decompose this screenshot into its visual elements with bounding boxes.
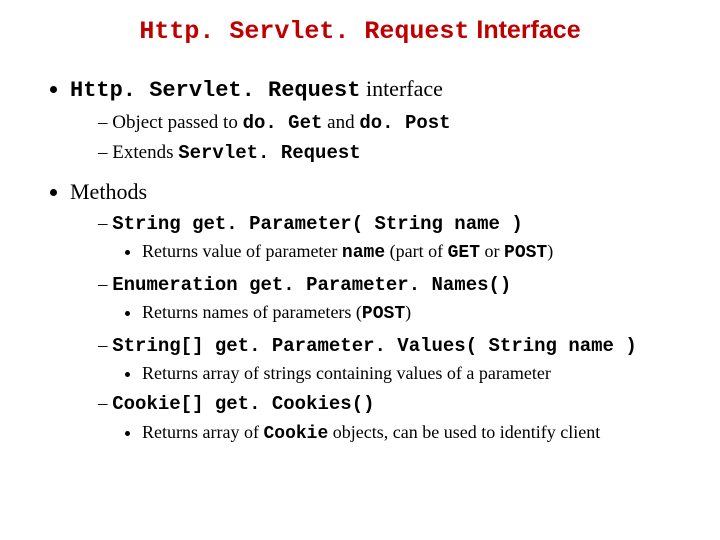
method-desc-list: Returns value of parameter name (part of…: [98, 239, 682, 265]
methods-sublist: String get. Parameter( String name ) Ret…: [70, 211, 682, 447]
code-post: POST: [504, 243, 547, 263]
method-sig: String[] get. Parameter. Values( String …: [112, 335, 637, 357]
method-sig: Enumeration get. Parameter. Names(): [112, 274, 511, 296]
text: ): [547, 241, 553, 261]
slide-title: Http. Servlet. Request Interface: [38, 16, 682, 46]
method-getcookies: Cookie[] get. Cookies() Returns array of…: [98, 391, 682, 446]
method-getparametervalues: String[] get. Parameter. Values( String …: [98, 333, 682, 386]
text: ): [405, 302, 411, 322]
bullet-list: Http. Servlet. Request interface Object …: [38, 74, 682, 446]
slide: Http. Servlet. Request Interface Http. S…: [0, 0, 720, 476]
method-desc: Returns array of Cookie objects, can be …: [142, 420, 682, 446]
interface-suffix: interface: [360, 76, 442, 101]
method-desc: Returns value of parameter name (part of…: [142, 239, 682, 265]
method-desc: Returns array of strings containing valu…: [142, 361, 682, 385]
text: Object passed to: [112, 112, 242, 133]
sub-object-passed: Object passed to do. Get and do. Post: [98, 110, 682, 137]
method-desc: Returns names of parameters (POST): [142, 300, 682, 326]
method-sig: String get. Parameter( String name ): [112, 213, 522, 235]
text: (part of: [385, 241, 447, 261]
text: and: [322, 112, 359, 133]
title-suffix: Interface: [469, 16, 580, 44]
interface-code: Http. Servlet. Request: [70, 78, 360, 103]
method-desc-list: Returns array of strings containing valu…: [98, 361, 682, 385]
code-cookie: Cookie: [263, 424, 328, 444]
method-getparameternames: Enumeration get. Parameter. Names() Retu…: [98, 272, 682, 327]
interface-sublist: Object passed to do. Get and do. Post Ex…: [70, 110, 682, 167]
method-sig: Cookie[] get. Cookies(): [112, 393, 374, 415]
text: objects, can be used to identify client: [328, 422, 600, 442]
code-doget: do. Get: [243, 112, 323, 134]
text: Extends: [112, 142, 178, 163]
title-code: Http. Servlet. Request: [139, 17, 469, 46]
methods-label: Methods: [70, 179, 147, 204]
method-desc-list: Returns array of Cookie objects, can be …: [98, 420, 682, 446]
bullet-methods: Methods String get. Parameter( String na…: [70, 177, 682, 446]
text: Returns names of parameters (: [142, 302, 362, 322]
code-dopost: do. Post: [359, 112, 450, 134]
method-desc-list: Returns names of parameters (POST): [98, 300, 682, 326]
text: Returns value of parameter: [142, 241, 342, 261]
bullet-interface: Http. Servlet. Request interface Object …: [70, 74, 682, 167]
sub-extends: Extends Servlet. Request: [98, 140, 682, 167]
text: Returns array of strings containing valu…: [142, 363, 551, 383]
code-name: name: [342, 243, 385, 263]
code-post: POST: [362, 304, 405, 324]
text: Returns array of: [142, 422, 263, 442]
text: or: [480, 241, 504, 261]
method-getparameter: String get. Parameter( String name ) Ret…: [98, 211, 682, 266]
code-servletrequest: Servlet. Request: [178, 142, 360, 164]
code-get: GET: [448, 243, 480, 263]
